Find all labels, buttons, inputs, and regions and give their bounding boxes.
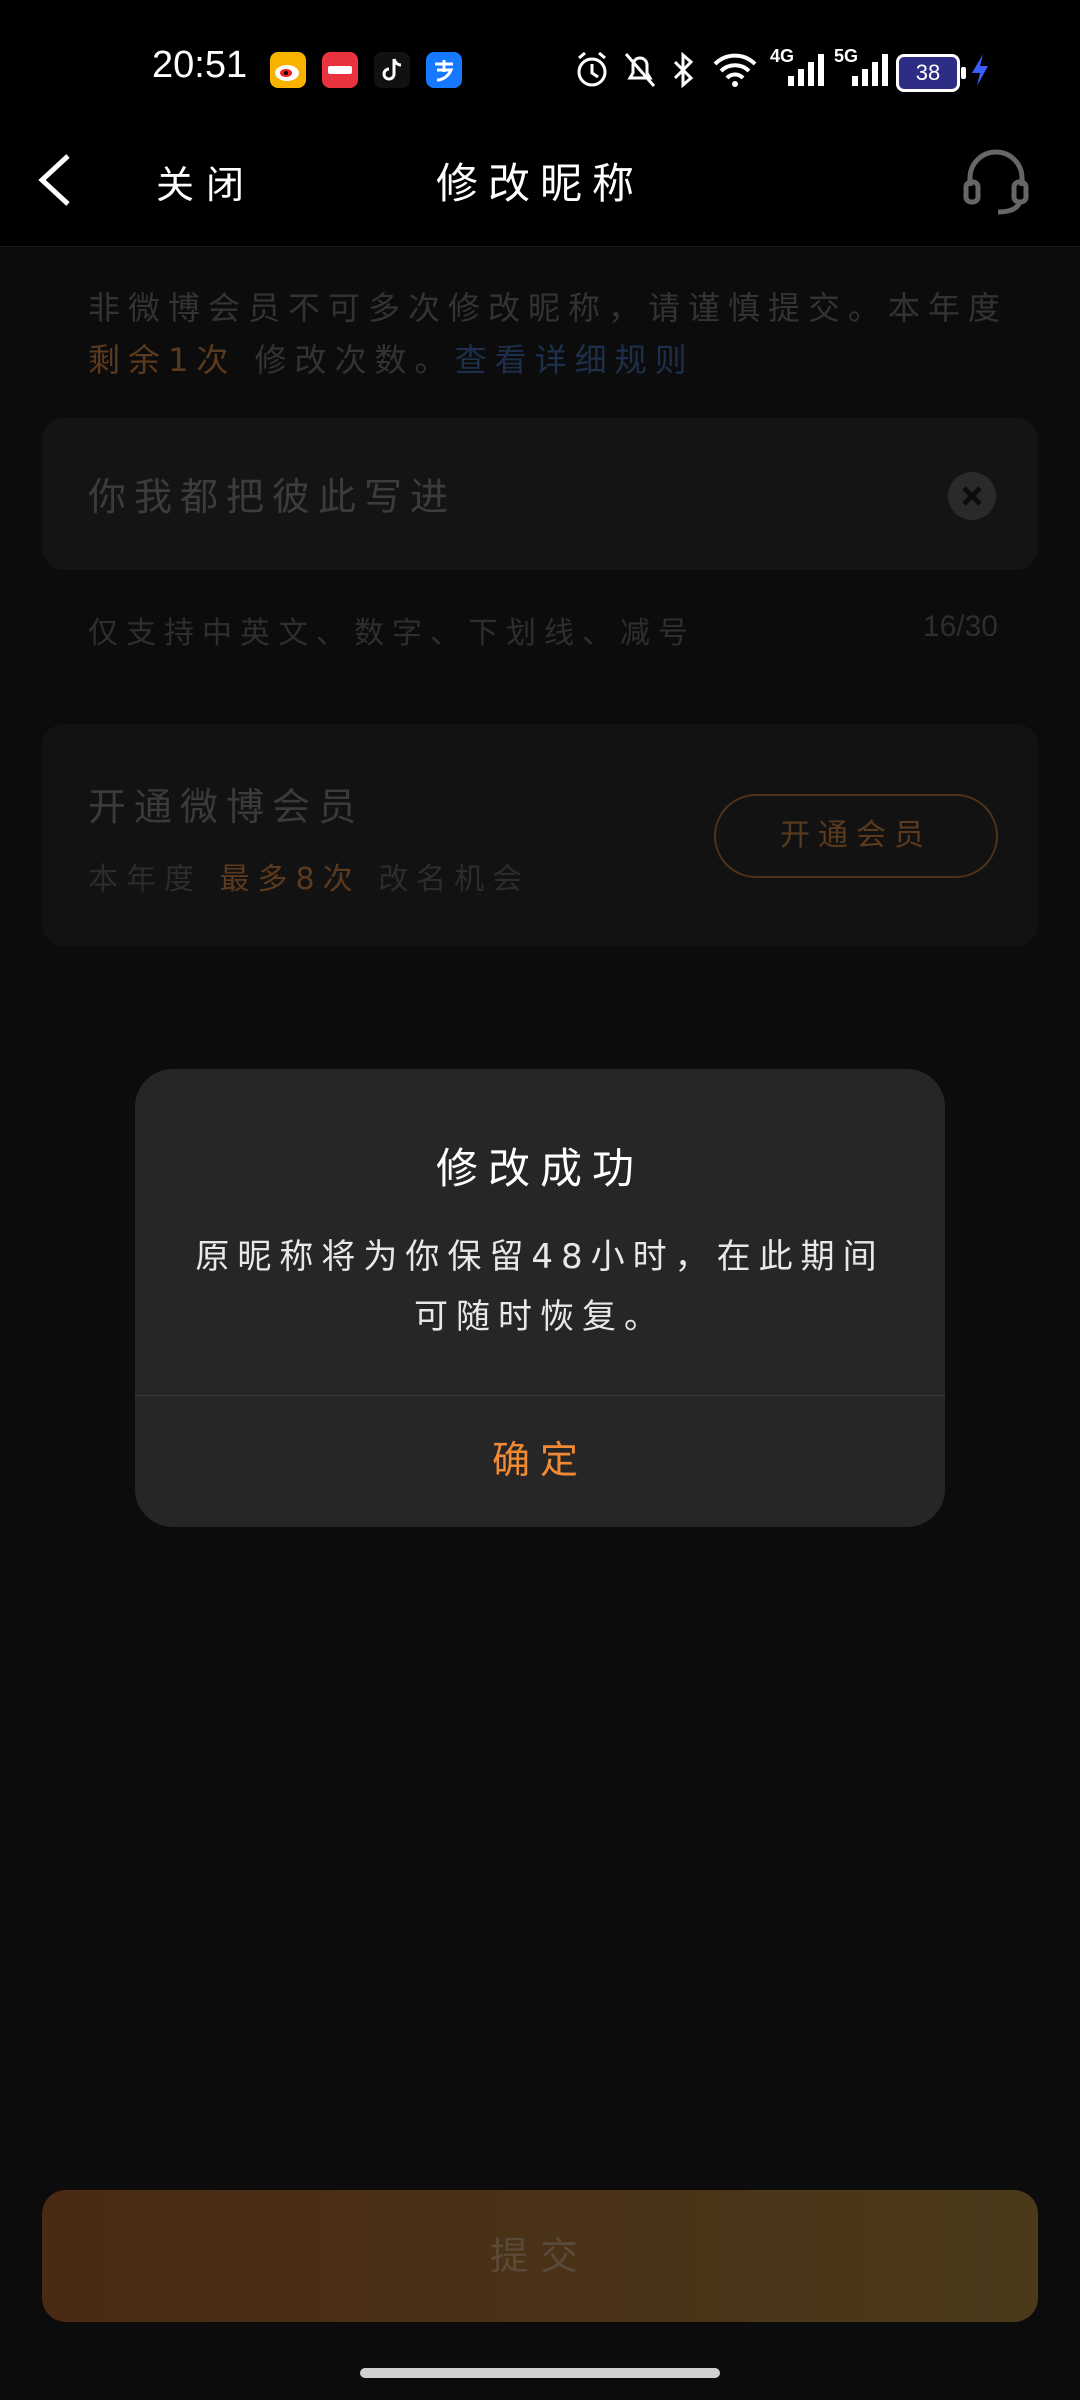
notice-text-2: 修改次数。 (254, 341, 455, 379)
open-vip-button[interactable]: 开通会员 (714, 794, 998, 878)
alipay-icon (426, 52, 462, 88)
weibo-icon (270, 52, 306, 88)
headset-icon (963, 149, 1029, 215)
dialog-title: 修改成功 (435, 1144, 644, 1193)
signal-4g-label: 4G (770, 46, 795, 66)
vip-sub-1: 本年度 (88, 862, 202, 897)
page-title: 修改昵称 (435, 159, 644, 208)
remaining-count: 剩余1次 (88, 341, 237, 379)
nickname-value: 你我都把彼此写进 (88, 475, 457, 519)
vip-sub-highlight: 最多8次 (219, 862, 361, 897)
bluetooth-icon (670, 50, 696, 90)
rules-link[interactable]: 查看详细规则 (455, 341, 695, 379)
vip-sub-2: 改名机会 (378, 862, 531, 897)
vip-subtitle: 本年度 最多8次 改名机会 (88, 854, 530, 898)
clear-input-button[interactable] (948, 472, 996, 520)
xiaohongshu-icon (322, 52, 358, 88)
tiktok-icon (374, 52, 410, 88)
dialog-message: 原昵称将为你保留48小时，在此期间可随时恢复。 (195, 1237, 885, 1337)
confirm-button[interactable]: 确定 (135, 1396, 945, 1527)
customer-service-button[interactable] (960, 144, 1032, 216)
alarm-icon (574, 50, 610, 90)
notice-text: 非微博会员不可多次修改昵称，请谨慎提交。本年度 剩余1次 修改次数。查看详细规则 (88, 282, 1008, 386)
notice-text-1: 非微博会员不可多次修改昵称，请谨慎提交。本年度 (88, 289, 1009, 327)
input-hint: 仅支持中英文、数字、下划线、减号 (88, 616, 696, 651)
status-time: 20:51 (152, 44, 248, 86)
battery-indicator: 38 (896, 54, 966, 92)
character-counter: 16/30 (922, 610, 998, 643)
success-dialog: 修改成功 原昵称将为你保留48小时，在此期间可随时恢复。 确定 (135, 1069, 945, 1527)
close-icon (962, 486, 982, 506)
home-indicator[interactable] (360, 2368, 720, 2378)
vip-card: 开通微博会员 本年度 最多8次 改名机会 开通会员 (42, 724, 1038, 946)
signal-5g-label: 5G (834, 46, 859, 66)
nickname-input[interactable]: 你我都把彼此写进 (42, 418, 1038, 570)
vip-title: 开通微博会员 (88, 785, 365, 829)
mute-icon (622, 50, 658, 90)
submit-button[interactable]: 提交 (42, 2190, 1038, 2322)
wifi-icon (712, 50, 758, 90)
charging-icon (968, 50, 992, 90)
